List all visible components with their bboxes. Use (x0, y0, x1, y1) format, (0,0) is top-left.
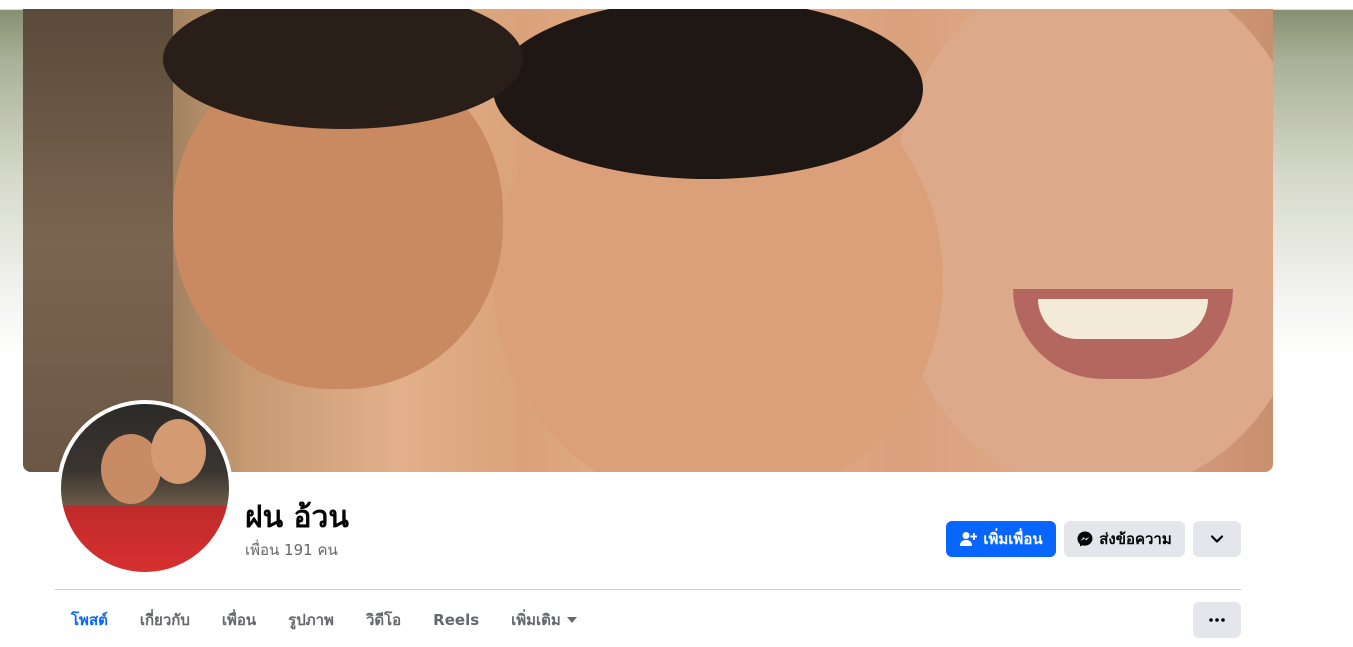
message-label: ส่งข้อความ (1099, 530, 1172, 548)
tab-more[interactable]: เพิ่มเติม (495, 598, 593, 642)
ellipsis-icon (1209, 618, 1225, 622)
tab-friends[interactable]: เพื่อน (206, 598, 272, 642)
add-friend-label: เพิ่มเพื่อน (983, 530, 1043, 548)
person-plus-icon (959, 531, 978, 547)
friends-count[interactable]: เพื่อน 191 คน (245, 538, 338, 562)
avatar-person-2 (151, 419, 206, 484)
caret-down-icon (566, 617, 577, 623)
profile-name: ฝน อ้วน (245, 500, 349, 535)
profile-divider (55, 589, 1241, 590)
tabs-more-options-button[interactable] (1193, 602, 1241, 638)
tab-videos[interactable]: วิดีโอ (350, 598, 417, 642)
profile-more-button[interactable] (1193, 521, 1241, 557)
messenger-icon (1077, 531, 1093, 547)
cover-teeth (1038, 299, 1208, 339)
message-button[interactable]: ส่งข้อความ (1064, 521, 1185, 557)
cover-person-right (893, 9, 1273, 472)
tab-photos[interactable]: รูปภาพ (272, 598, 350, 642)
tab-posts[interactable]: โพสต์ (55, 598, 124, 642)
tab-about[interactable]: เกี่ยวกับ (124, 598, 206, 642)
add-friend-button[interactable]: เพิ่มเพื่อน (946, 521, 1056, 557)
tab-reels[interactable]: Reels (417, 598, 495, 642)
profile-avatar[interactable] (57, 400, 233, 576)
cover-photo[interactable] (23, 9, 1273, 472)
chevron-down-icon (1210, 534, 1224, 544)
profile-tabs: โพสต์ เกี่ยวกับ เพื่อน รูปภาพ วิดีโอ Ree… (55, 598, 593, 642)
